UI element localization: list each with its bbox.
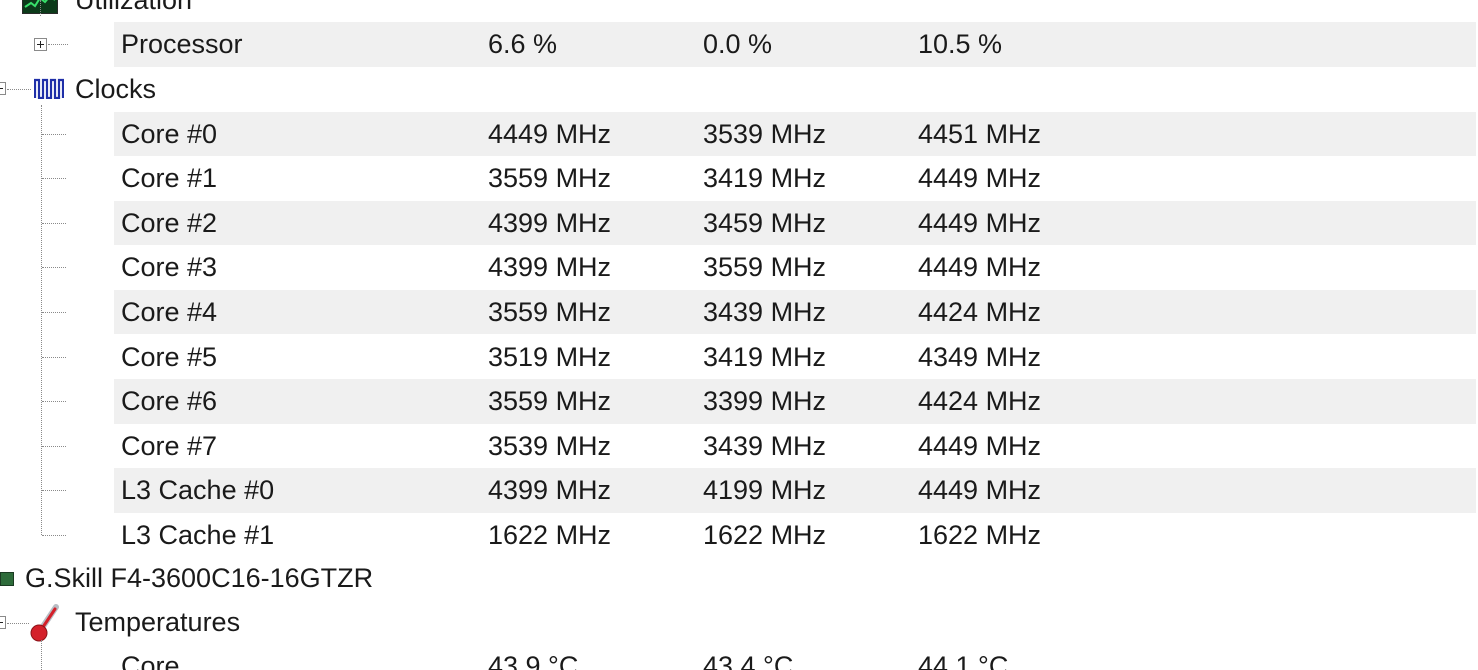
sensor-label: L3 Cache #1: [121, 519, 275, 550]
sensor-value-current: 43.9 °C: [488, 651, 579, 670]
tree-connector: [42, 401, 66, 403]
row-band: [114, 22, 1476, 67]
clock-waveform-icon: [34, 77, 64, 99]
sensor-value-max: 4349 MHz: [918, 341, 1042, 372]
memory-module-icon: [0, 572, 14, 586]
sensor-value-current: 3539 MHz: [488, 430, 612, 461]
tree-connector: [41, 105, 42, 535]
sensor-value-max: 1622 MHz: [918, 519, 1042, 550]
sensor-value-min: 3439 MHz: [703, 430, 827, 461]
clock-row[interactable]: Core #3 4399 MHz 3559 MHz 4449 MHz: [0, 245, 1478, 290]
clocks-label: Clocks: [75, 74, 157, 104]
tree-connector: [42, 267, 66, 269]
collapse-minus-icon[interactable]: [0, 82, 6, 95]
sensor-value-max: 4451 MHz: [918, 118, 1042, 149]
sensor-value-min: 0.0 %: [703, 29, 773, 59]
sensor-label: Core #2: [121, 207, 218, 238]
tree-connector: [48, 44, 68, 45]
clock-row[interactable]: Core #6 3559 MHz 3399 MHz 4424 MHz: [0, 379, 1478, 424]
sensor-value-current: 3559 MHz: [488, 163, 612, 194]
sensor-value-min: 4199 MHz: [703, 475, 827, 506]
clock-row[interactable]: Core #7 3539 MHz 3439 MHz 4449 MHz: [0, 424, 1478, 469]
clock-row[interactable]: Core #2 4399 MHz 3459 MHz 4449 MHz: [0, 200, 1478, 246]
sensor-value-min: 3419 MHz: [703, 163, 827, 194]
tree-connector: [42, 356, 66, 358]
sensor-value-max: 4424 MHz: [918, 386, 1042, 417]
sensor-value-current: 3559 MHz: [488, 296, 612, 327]
clock-row[interactable]: Core #4 3559 MHz 3439 MHz 4424 MHz: [0, 289, 1478, 335]
sensor-value-max: 4449 MHz: [918, 252, 1042, 283]
tree-node-temperatures[interactable]: Temperatures: [0, 600, 1478, 645]
sensor-label: Core #3: [121, 252, 218, 283]
sensor-value-current: 3519 MHz: [488, 341, 612, 372]
sensor-value-min: 1622 MHz: [703, 519, 827, 550]
sensor-label: Core #7: [121, 430, 218, 461]
clock-row[interactable]: Core #0 4449 MHz 3539 MHz 4451 MHz: [0, 111, 1478, 157]
tree-connector: [42, 222, 66, 224]
sensor-label: Core: [121, 651, 180, 670]
sensor-value-current: 4449 MHz: [488, 118, 612, 149]
tree-connector: [42, 490, 66, 492]
sensor-label: L3 Cache #0: [121, 475, 275, 506]
tree-node-memory[interactable]: G.Skill F4-3600C16-16GTZR: [0, 556, 1478, 601]
utilization-label: Utilization: [75, 0, 193, 15]
sensor-value-max: 44.1 °C: [918, 651, 1009, 670]
sensor-value-current: 4399 MHz: [488, 252, 612, 283]
tree-connector: [42, 534, 66, 536]
memory-label: G.Skill F4-3600C16-16GTZR: [25, 563, 374, 593]
sensor-label: Processor: [121, 29, 243, 59]
tree-connector: [42, 311, 66, 313]
sensor-value-min: 43.4 °C: [703, 651, 794, 670]
tree-connector: [7, 623, 29, 624]
sensor-value-current: 4399 MHz: [488, 207, 612, 238]
tree-connector: [7, 89, 31, 90]
tree-connector: [42, 178, 66, 180]
sensor-value-current: 4399 MHz: [488, 475, 612, 506]
sensor-value-current: 3559 MHz: [488, 386, 612, 417]
tree-node-utilization[interactable]: Utilization: [0, 0, 1478, 23]
clock-row[interactable]: Core #1 3559 MHz 3419 MHz 4449 MHz: [0, 156, 1478, 201]
sensor-value-min: 3539 MHz: [703, 118, 827, 149]
sensor-label: Core #5: [121, 341, 218, 372]
clock-row[interactable]: Core #5 3519 MHz 3419 MHz 4349 MHz: [0, 335, 1478, 380]
clock-row[interactable]: L3 Cache #1 1622 MHz 1622 MHz 1622 MHz: [0, 513, 1478, 558]
sensor-value-min: 3559 MHz: [703, 252, 827, 283]
sensor-value-max: 4424 MHz: [918, 296, 1042, 327]
temperatures-label: Temperatures: [75, 607, 241, 637]
sensor-label: Core #1: [121, 163, 218, 194]
sensor-label: Core #6: [121, 386, 218, 417]
sensor-value-min: 3399 MHz: [703, 386, 827, 417]
tree-node-temp-core[interactable]: Core 43.9 °C 43.4 °C 44.1 °C: [0, 644, 1478, 670]
tree-node-processor[interactable]: Processor 6.6 % 0.0 % 10.5 %: [0, 22, 1478, 67]
sensor-label: Core #4: [121, 296, 218, 327]
sensor-value-min: 3439 MHz: [703, 296, 827, 327]
sensor-value-max: 4449 MHz: [918, 475, 1042, 506]
clock-row[interactable]: L3 Cache #0 4399 MHz 4199 MHz 4449 MHz: [0, 468, 1478, 513]
sensor-value-max: 4449 MHz: [918, 207, 1042, 238]
sensor-value-min: 3419 MHz: [703, 341, 827, 372]
thermometer-icon: [28, 603, 64, 643]
expand-plus-icon[interactable]: [34, 38, 47, 51]
sensor-value-max: 10.5 %: [918, 29, 1003, 59]
sensor-label: Core #0: [121, 118, 218, 149]
tree-connector: [42, 133, 66, 135]
sensor-value-max: 4449 MHz: [918, 163, 1042, 194]
tree-connector: [42, 445, 66, 447]
tree-node-clocks[interactable]: Clocks: [0, 67, 1478, 112]
tree-connector: [40, 0, 41, 16]
sensor-value-current: 6.6 %: [488, 29, 558, 59]
collapse-minus-icon[interactable]: [0, 616, 6, 629]
tree-connector: [41, 640, 42, 670]
sensor-value-max: 4449 MHz: [918, 430, 1042, 461]
sensor-value-min: 3459 MHz: [703, 207, 827, 238]
sensor-value-current: 1622 MHz: [488, 519, 612, 550]
